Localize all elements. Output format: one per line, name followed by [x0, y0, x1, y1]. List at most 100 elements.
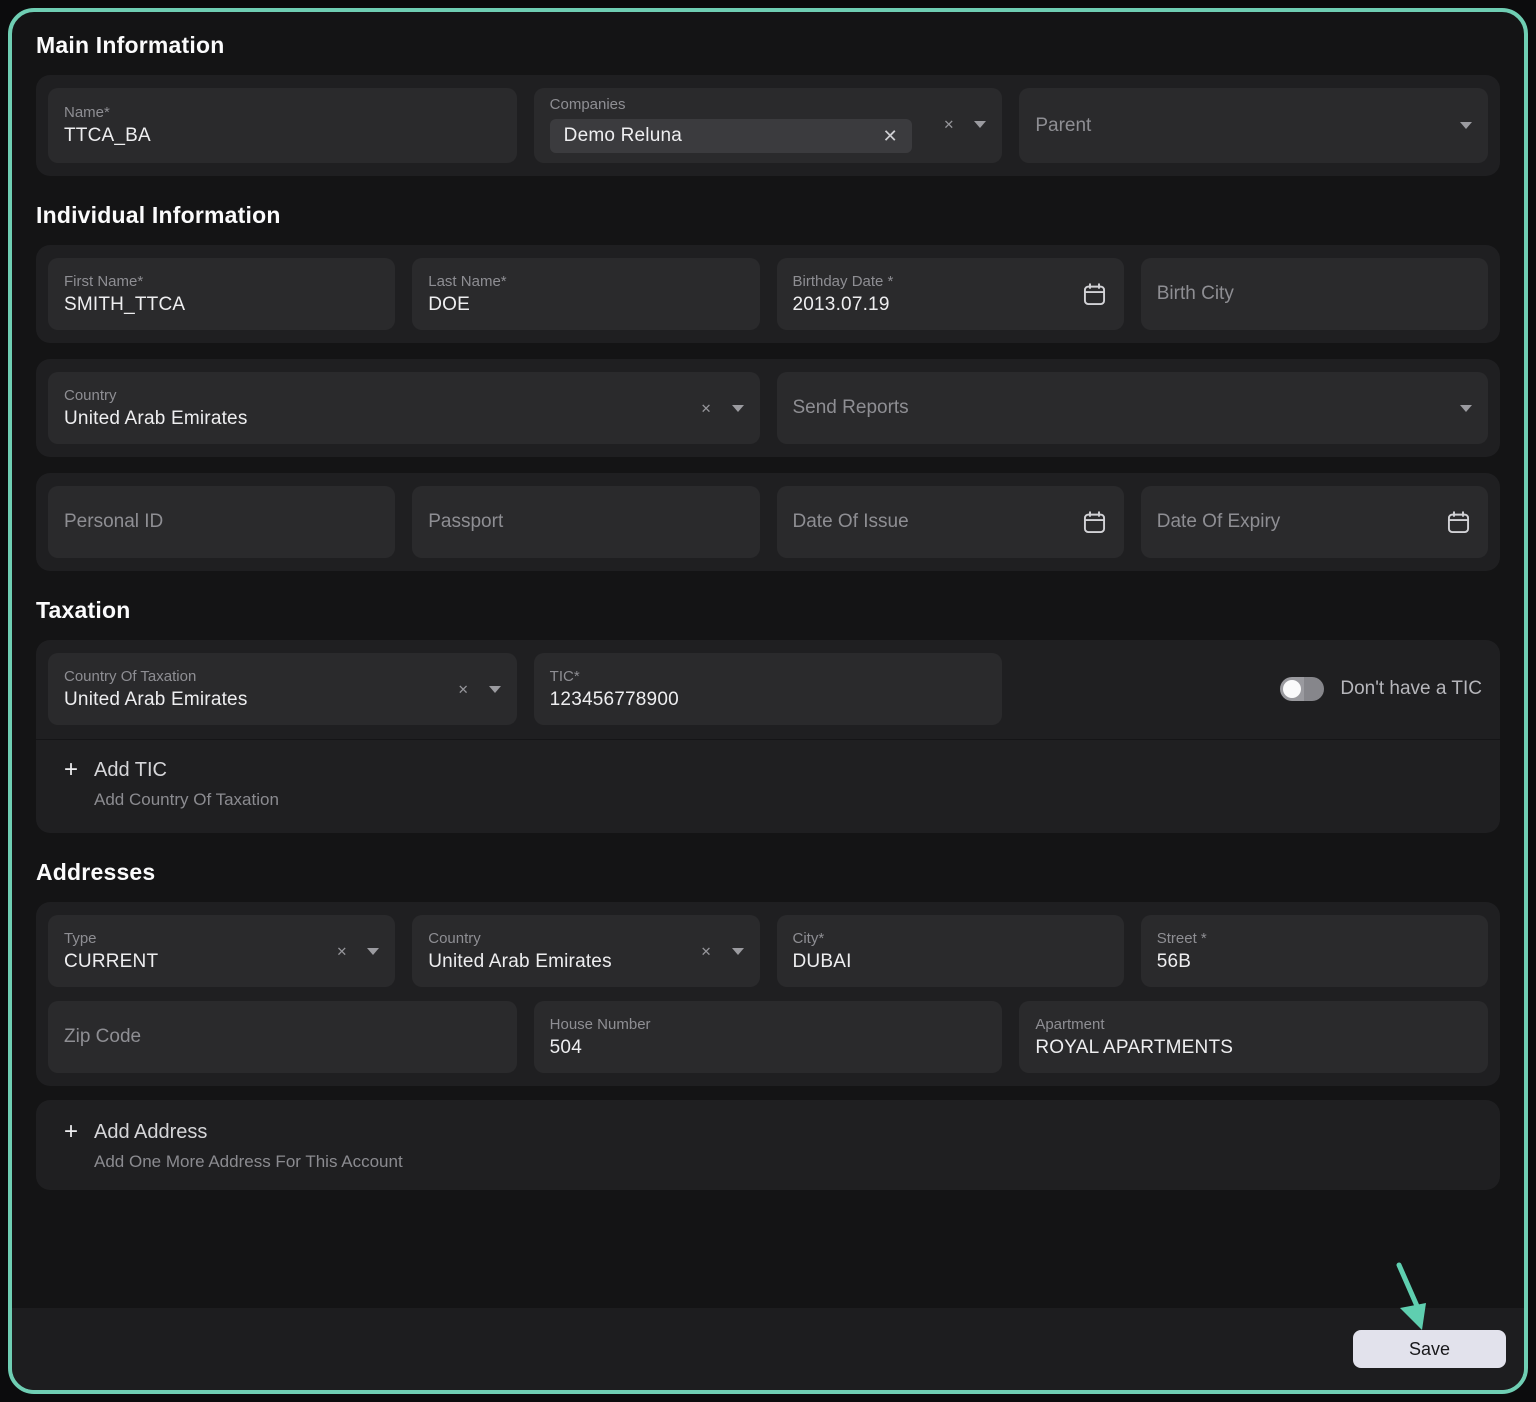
companies-controls: [943, 118, 986, 131]
add-address-button[interactable]: Add Address Add One More Address For Thi…: [36, 1100, 1500, 1190]
chevron-down-icon[interactable]: [367, 948, 379, 955]
chevron-down-icon[interactable]: [1460, 405, 1472, 412]
date-of-expiry-placeholder: Date Of Expiry: [1157, 511, 1281, 532]
addresses-group: Type CURRENT Country United Arab Emirate…: [36, 902, 1500, 1086]
addresses-row-1: Type CURRENT Country United Arab Emirate…: [48, 915, 1488, 987]
country-of-taxation-label: Country Of Taxation: [64, 668, 446, 685]
clear-icon[interactable]: [336, 945, 347, 958]
address-type-value: CURRENT: [64, 951, 324, 973]
passport-field[interactable]: Passport: [412, 486, 759, 558]
send-reports-select[interactable]: Send Reports: [777, 372, 1489, 444]
name-field[interactable]: Name* TTCA_BA: [48, 88, 517, 163]
companies-select[interactable]: Companies Demo Reluna: [534, 88, 1003, 163]
address-type-label: Type: [64, 930, 324, 947]
last-name-field[interactable]: Last Name* DOE: [412, 258, 759, 330]
calendar-icon[interactable]: [1445, 509, 1472, 536]
address-country-value: United Arab Emirates: [428, 951, 688, 973]
add-tic-button[interactable]: Add TIC Add Country Of Taxation: [48, 740, 1488, 820]
calendar-icon[interactable]: [1081, 509, 1108, 536]
date-of-issue-placeholder: Date Of Issue: [793, 511, 909, 532]
country-controls: [701, 402, 744, 415]
parent-placeholder: Parent: [1035, 115, 1091, 136]
street-value: 56B: [1157, 951, 1472, 973]
country-text: Country United Arab Emirates: [64, 387, 689, 430]
date-of-issue-text: Date Of Issue: [793, 511, 1069, 533]
save-button[interactable]: Save: [1353, 1330, 1506, 1368]
personal-id-field[interactable]: Personal ID: [48, 486, 395, 558]
last-name-text: Last Name* DOE: [428, 273, 743, 316]
country-label: Country: [64, 387, 689, 404]
clear-icon[interactable]: [458, 683, 469, 696]
individual-information-row-1: First Name* SMITH_TTCA Last Name* DOE Bi…: [36, 245, 1500, 343]
date-of-issue-field[interactable]: Date Of Issue: [777, 486, 1124, 558]
name-label: Name*: [64, 104, 501, 121]
chip-remove-icon[interactable]: [883, 127, 898, 145]
date-of-issue-controls: [1081, 509, 1108, 536]
country-of-taxation-value: United Arab Emirates: [64, 689, 446, 711]
chevron-down-icon[interactable]: [1460, 122, 1472, 129]
company-chip[interactable]: Demo Reluna: [550, 119, 912, 153]
city-label: City*: [793, 930, 1108, 947]
tic-text: TIC* 123456778900: [550, 668, 987, 711]
parent-text: Parent: [1035, 115, 1448, 137]
chevron-down-icon[interactable]: [489, 686, 501, 693]
birth-city-placeholder: Birth City: [1157, 283, 1234, 304]
send-reports-placeholder: Send Reports: [793, 397, 909, 418]
address-country-text: Country United Arab Emirates: [428, 930, 688, 973]
first-name-value: SMITH_TTCA: [64, 294, 379, 316]
house-number-value: 504: [550, 1037, 987, 1059]
clear-icon[interactable]: [943, 118, 954, 131]
date-of-expiry-field[interactable]: Date Of Expiry: [1141, 486, 1488, 558]
country-select[interactable]: Country United Arab Emirates: [48, 372, 760, 444]
clear-icon[interactable]: [701, 945, 712, 958]
tic-field[interactable]: TIC* 123456778900: [534, 653, 1003, 725]
street-text: Street * 56B: [1157, 930, 1472, 973]
form-content: Main Information Name* TTCA_BA Companies…: [12, 12, 1524, 1308]
individual-information-row-2: Country United Arab Emirates Send Report…: [36, 359, 1500, 457]
parent-select[interactable]: Parent: [1019, 88, 1488, 163]
zip-code-text: Zip Code: [64, 1026, 501, 1048]
send-reports-controls: [1460, 405, 1472, 412]
birth-city-field[interactable]: Birth City: [1141, 258, 1488, 330]
address-country-label: Country: [428, 930, 688, 947]
birth-city-text: Birth City: [1157, 283, 1472, 305]
section-title-taxation: Taxation: [36, 597, 1500, 624]
companies-label: Companies: [550, 96, 932, 113]
address-type-text: Type CURRENT: [64, 930, 324, 973]
calendar-icon[interactable]: [1081, 281, 1108, 308]
personal-id-text: Personal ID: [64, 511, 379, 533]
company-chip-label: Demo Reluna: [564, 125, 682, 147]
dont-have-tic-toggle[interactable]: [1280, 677, 1324, 701]
dont-have-tic-cell: Don't have a TIC: [1019, 653, 1488, 725]
zip-code-field[interactable]: Zip Code: [48, 1001, 517, 1073]
birthday-date-field[interactable]: Birthday Date * 2013.07.19: [777, 258, 1124, 330]
parent-controls: [1460, 122, 1472, 129]
chevron-down-icon[interactable]: [732, 948, 744, 955]
send-reports-text: Send Reports: [793, 397, 1449, 419]
dont-have-tic-label: Don't have a TIC: [1340, 678, 1482, 700]
street-field[interactable]: Street * 56B: [1141, 915, 1488, 987]
first-name-text: First Name* SMITH_TTCA: [64, 273, 379, 316]
country-of-taxation-select[interactable]: Country Of Taxation United Arab Emirates: [48, 653, 517, 725]
city-field[interactable]: City* DUBAI: [777, 915, 1124, 987]
section-title-main-information: Main Information: [36, 32, 1500, 59]
individual-information-row-3: Personal ID Passport Date Of Issue: [36, 473, 1500, 571]
passport-placeholder: Passport: [428, 511, 503, 532]
main-information-group: Name* TTCA_BA Companies Demo Reluna: [36, 75, 1500, 176]
country-value: United Arab Emirates: [64, 408, 689, 430]
apartment-value: ROYAL APARTMENTS: [1035, 1037, 1472, 1059]
first-name-field[interactable]: First Name* SMITH_TTCA: [48, 258, 395, 330]
house-number-field[interactable]: House Number 504: [534, 1001, 1003, 1073]
toggle-knob: [1283, 680, 1301, 698]
last-name-value: DOE: [428, 294, 743, 316]
country-of-taxation-text: Country Of Taxation United Arab Emirates: [64, 668, 446, 711]
birthday-date-label: Birthday Date *: [793, 273, 1069, 290]
apartment-field[interactable]: Apartment ROYAL APARTMENTS: [1019, 1001, 1488, 1073]
address-type-select[interactable]: Type CURRENT: [48, 915, 395, 987]
chevron-down-icon[interactable]: [974, 121, 986, 128]
date-of-expiry-controls: [1445, 509, 1472, 536]
clear-icon[interactable]: [701, 402, 712, 415]
date-of-expiry-text: Date Of Expiry: [1157, 511, 1433, 533]
address-country-select[interactable]: Country United Arab Emirates: [412, 915, 759, 987]
chevron-down-icon[interactable]: [732, 405, 744, 412]
